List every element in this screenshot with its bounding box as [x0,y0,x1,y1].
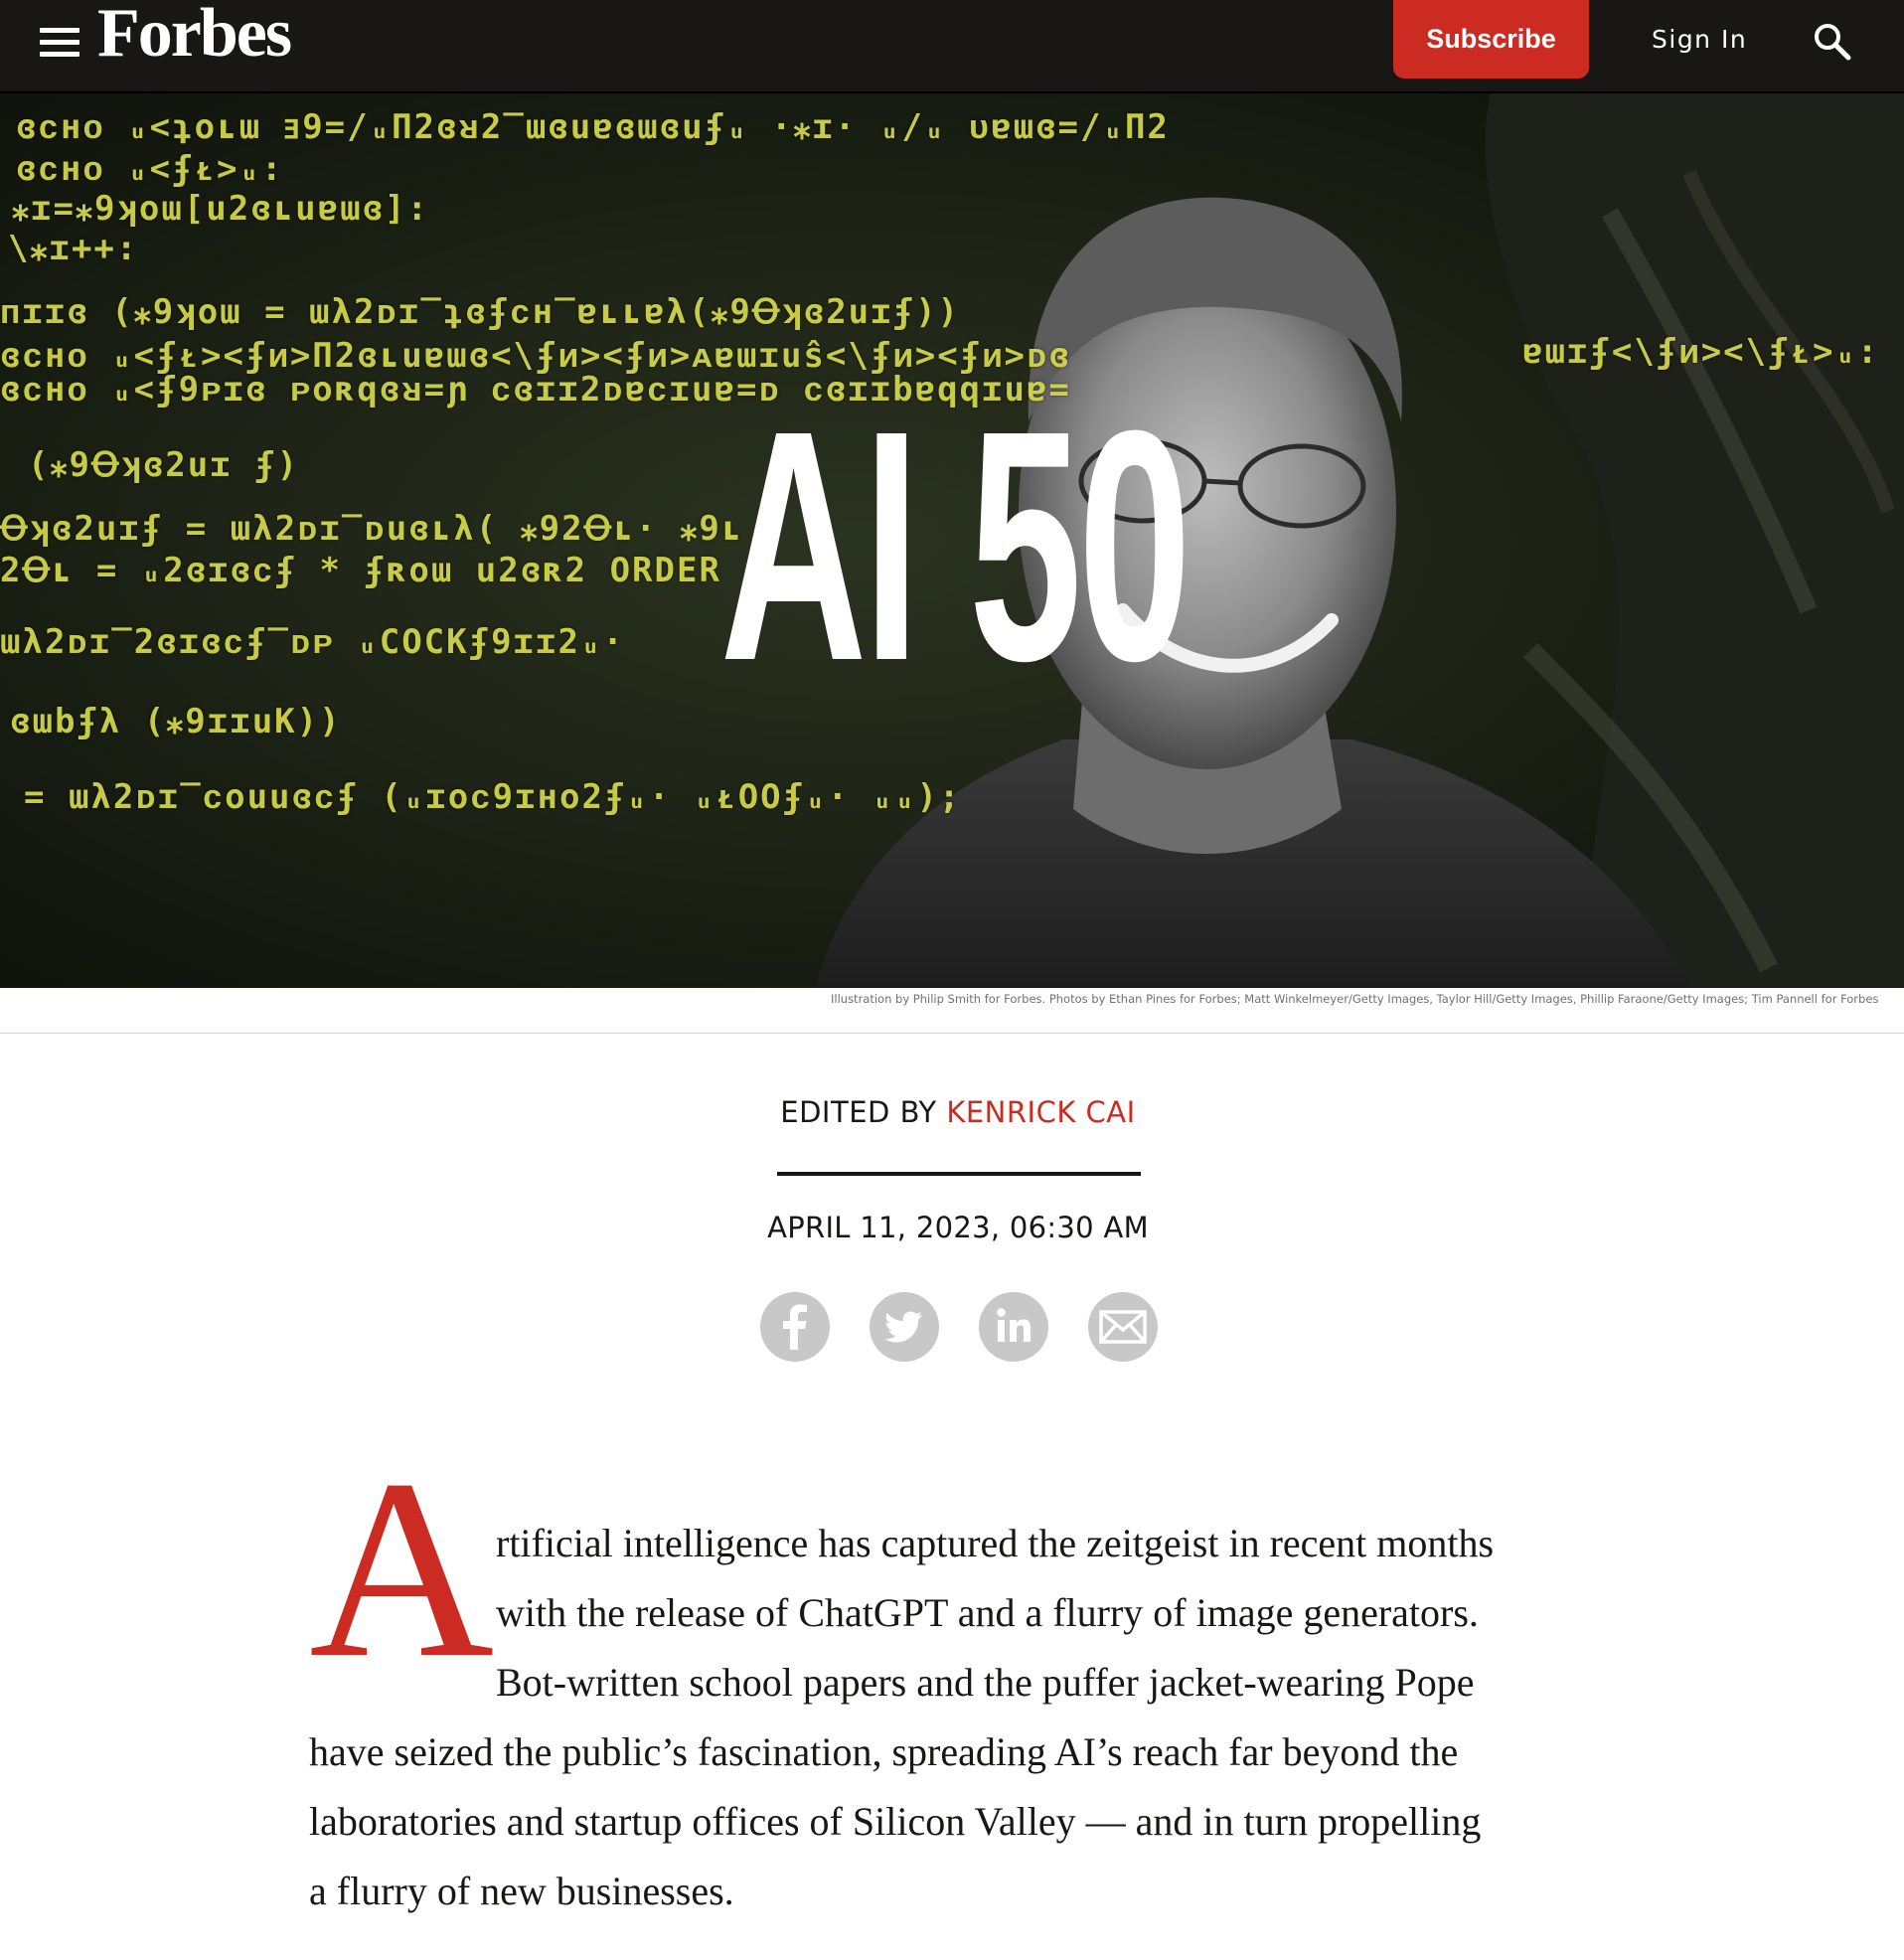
drop-cap: A [309,1426,495,1711]
code-overlay-line: (⁎9Ꝋʞɞ2uɪ ʄ) [28,445,300,485]
hero-image: ɞᴄнᴏ ᵤ<ʇoʟɯ ⱻ9=/ᵤП2ɞᴚ2‾ɯɞuɐɞɯɞuʄᵤ ·⁎ɪ· ᵤ… [0,93,1904,988]
author-link[interactable]: KENRICK CAI [946,1095,1135,1129]
search-icon[interactable] [1811,20,1854,64]
paragraph-line: rtificial intelligence has captured the … [496,1521,1495,1565]
email-icon[interactable] [1088,1292,1158,1362]
sign-in-link[interactable]: Sign In [1652,22,1747,58]
subscribe-button[interactable]: Subscribe [1393,0,1589,79]
code-overlay-line: ⁎ɪ=⁎9ʞoɯ[u2ɞʟuɐɯɞ]: [12,189,429,229]
paragraph-line: Bot-written school papers and the puffer… [496,1660,1475,1705]
hamburger-menu-icon[interactable] [38,24,81,60]
code-overlay-line: ɞᴄнᴏ ᵤ<ʇoʟɯ ⱻ9=/ᵤП2ɞᴚ2‾ɯɞuɐɞɯɞuʄᵤ ·⁎ɪ· ᵤ… [16,107,1170,147]
hero-title: AI 50 [719,362,1191,729]
code-overlay-line: ɞᴄнᴏ ᵤ<ʄᴌ>ᵤ: [16,149,284,189]
facebook-icon[interactable] [760,1292,830,1362]
byline-divider [777,1172,1141,1176]
paragraph-line: with the release of ChatGPT and a flurry… [496,1590,1479,1635]
code-overlay-line: ᴨɪɪɞ (⁎9ʞoɯ = ɯλ2ᴅɪ‾ʇɞʄᴄн‾ɐʟʟɐλ(⁎9Ꝋʞɞ2uɪ… [0,292,961,332]
byline-prefix: EDITED BY [780,1095,937,1129]
image-credit: Illustration by Philip Smith for Forbes.… [0,988,1904,1034]
publish-date: APRIL 11, 2023, 06:30 AM [767,1211,1149,1244]
code-overlay-line: \⁎ɪ++: [8,229,139,268]
byline: EDITED BY KENRICK CAI [0,1095,1904,1129]
forbes-logo[interactable]: Forbes [97,0,292,74]
top-nav-bar: Forbes Subscribe Sign In [0,0,1904,93]
twitter-icon[interactable] [870,1292,939,1362]
paragraph-line: laboratories and startup offices of Sili… [309,1799,1482,1844]
code-overlay-line: = ɯλ2ᴅɪ‾ᴄouuɞᴄʄ (ᵤɪoᴄ9ɪнo2ʄᵤ· ᵤᴌOOʄᵤ· ᵤᵤ… [24,777,962,817]
code-overlay-line: ɞɯbʄλ (⁎9ɪɪuK)) [10,702,342,741]
paragraph-line: have seized the public’s fascination, sp… [309,1729,1459,1774]
paragraph-line: a flurry of new businesses. [309,1869,734,1913]
code-overlay-line: ɐɯɪʄ<\ʄᴎ><\ʄᴌ>ᵤ: [1522,332,1880,372]
linkedin-icon[interactable] [979,1292,1048,1362]
